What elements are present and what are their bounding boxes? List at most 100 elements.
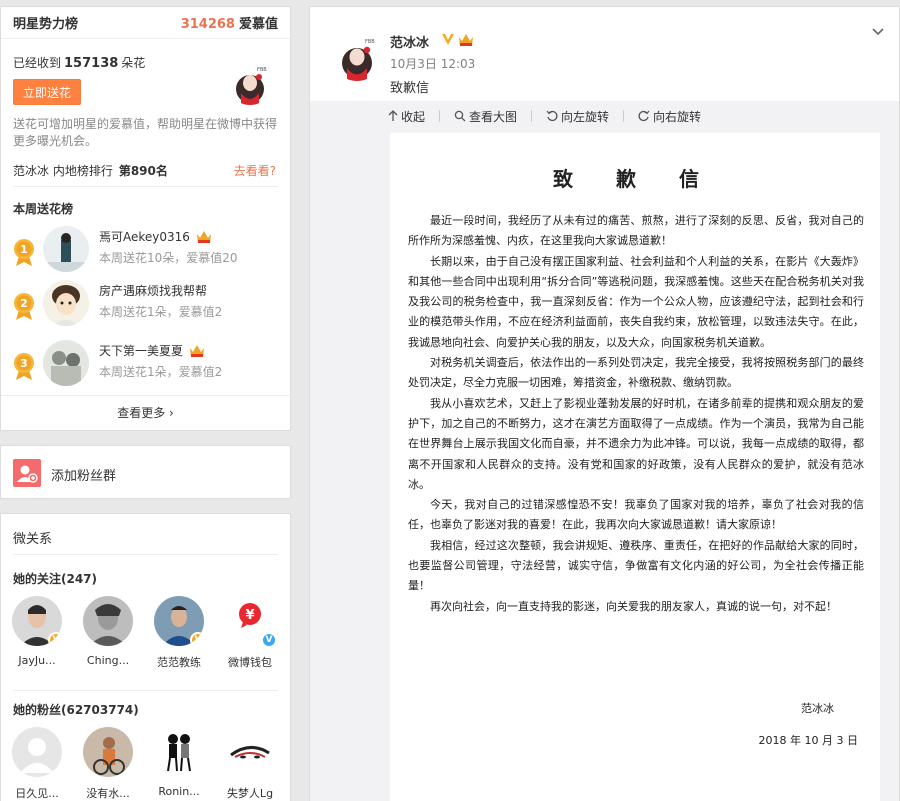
ranking-info: 范冰冰 内地榜排行 第890名 xyxy=(13,162,168,179)
fan-name[interactable]: Ronin... xyxy=(147,785,211,798)
rank-item-stats: 本周送花1朵，爱慕值2 xyxy=(99,305,223,319)
rank-item-name[interactable]: 房产遇麻烦找我帮帮 xyxy=(99,282,207,299)
adoration-score-label: 爱慕值 xyxy=(238,17,278,32)
avatar[interactable] xyxy=(12,727,62,777)
rank-item-name-row[interactable]: 天下第一美夏夏 xyxy=(99,342,205,359)
divider xyxy=(13,554,278,555)
arrow-up-icon xyxy=(388,110,398,121)
avatar[interactable] xyxy=(225,727,275,777)
rotate-right-label[interactable]: 向右旋转 xyxy=(653,108,701,125)
rotate-left-label[interactable]: 向左旋转 xyxy=(561,108,609,125)
rotate-left-icon xyxy=(546,110,558,122)
following-item[interactable]: V JayJu... xyxy=(5,596,69,667)
avatar[interactable] xyxy=(43,280,89,326)
send-flower-button[interactable]: 立即送花 xyxy=(13,79,81,105)
star-avatar[interactable]: FBB xyxy=(227,59,273,105)
svg-text:FBB: FBB xyxy=(365,39,375,45)
crown-icon xyxy=(196,230,211,243)
following-title[interactable]: 她的关注(247) xyxy=(13,570,97,587)
letter-date: 2018 年 10 月 3 日 xyxy=(758,734,858,747)
author-avatar[interactable]: FBB xyxy=(332,31,382,81)
letter-title: 致 歉 信 xyxy=(553,167,717,191)
star-power-header: 明星势力榜 314268 爱慕值 xyxy=(1,7,290,39)
letter-paragraph: 今天，我对自己的过错深感惶恐不安！我辜负了国家对我的培养，辜负了社会对我的信任，… xyxy=(408,498,864,532)
medal-rank: 1 xyxy=(20,243,28,256)
fan-item[interactable]: Ronin... xyxy=(147,727,211,798)
weekly-flower-title: 本周送花榜 xyxy=(13,202,74,216)
following-item[interactable]: Ching... xyxy=(76,596,140,667)
medal-icon: 2 xyxy=(14,293,34,320)
goto-ranking-link[interactable]: 去看看? xyxy=(234,162,276,179)
star-power-card: 明星势力榜 314268 爱慕值 已经收到 157138 朵花 立即送花 FBB 送花… xyxy=(0,6,291,431)
apology-letter-image[interactable]: 致 歉 信 最近一段时间，我经历了从未有过的痛苦、煎熬，进行了深刻的反思、反省，… xyxy=(390,133,880,801)
fan-name[interactable]: 日久见... xyxy=(5,785,69,801)
rank-item-stats: 本周送花1朵，爱慕值2 xyxy=(99,365,223,379)
following-name[interactable]: Ching... xyxy=(76,654,140,667)
view-large-label[interactable]: 查看大图 xyxy=(469,108,517,125)
rotate-right-button[interactable]: 向右旋转 xyxy=(638,108,701,125)
rotate-left-button[interactable]: 向左旋转 xyxy=(546,108,609,125)
fans-title[interactable]: 她的粉丝(62703774) xyxy=(13,701,139,718)
divider xyxy=(13,690,278,691)
letter-paragraph: 我相信，经过这次整顿，我会讲规矩、遵秩序、重责任，在把好的作品献给大家的同时，也… xyxy=(408,538,864,593)
letter-paragraph: 我从小喜欢艺术，又赶上了影视业蓬勃发展的好时机，在诸多前辈的提携和观众朋友的爱护… xyxy=(408,396,864,491)
fans-group-card[interactable]: 添加粉丝群 xyxy=(0,445,291,499)
verified-badge-icon: V xyxy=(261,632,277,648)
rank-item: 3 天下第一美夏夏 本周送花1朵，爱慕值2 xyxy=(1,338,291,390)
add-fans-group-label[interactable]: 添加粉丝群 xyxy=(51,465,116,484)
image-toolbar: 收起 查看大图 向左旋转 向右旋转 xyxy=(310,103,899,129)
post-header: FBB 范冰冰 10月3日 12:03 致歉信 xyxy=(310,7,899,101)
avatar[interactable]: ¥ V xyxy=(225,596,277,648)
relations-card: 微关系 她的关注(247) V JayJu... Ching... V 范范教练… xyxy=(0,513,291,801)
magnifier-icon xyxy=(454,110,466,122)
rank-item-name[interactable]: 天下第一美夏夏 xyxy=(99,342,183,359)
flowers-received-count: 157138 xyxy=(64,56,119,71)
avatar[interactable]: V xyxy=(12,596,62,646)
following-name[interactable]: 范范教练 xyxy=(147,654,211,670)
see-more-link[interactable]: 查看更多 › xyxy=(1,404,290,421)
post-time[interactable]: 10月3日 12:03 xyxy=(390,55,475,72)
collapse-label[interactable]: 收起 xyxy=(401,108,425,125)
avatar[interactable] xyxy=(43,340,89,386)
chevron-down-icon[interactable] xyxy=(871,25,885,39)
weibo-post-card: FBB 范冰冰 10月3日 12:03 致歉信 收起 查看大图 向左旋转 向右旋… xyxy=(309,6,900,801)
fan-name[interactable]: 失梦人Lg xyxy=(218,785,282,801)
avatar[interactable] xyxy=(43,226,89,272)
rank-item-name[interactable]: 焉可Aekey0316 xyxy=(99,228,190,245)
collapse-button[interactable]: 收起 xyxy=(388,108,425,125)
avatar[interactable] xyxy=(83,596,133,646)
fan-name[interactable]: 没有水... xyxy=(76,785,140,801)
toolbar-separator xyxy=(531,110,533,122)
letter-paragraph: 最近一段时间，我经历了从未有过的痛苦、煎熬，进行了深刻的反思、反省，我对自己的所… xyxy=(408,214,864,248)
medal-rank: 3 xyxy=(20,357,28,370)
fan-item[interactable]: 日久见... xyxy=(5,727,69,801)
rank-item-name-row[interactable]: 房产遇麻烦找我帮帮 xyxy=(99,282,207,299)
avatar[interactable] xyxy=(83,727,133,777)
fan-item[interactable]: 失梦人Lg xyxy=(218,727,282,801)
rank-item: 2 房产遇麻烦找我帮帮 本周送花1朵，爱慕值2 xyxy=(1,278,291,330)
letter-paragraph: 再次向社会，向一直支持我的影迷，向关爱我的朋友家人，真诚的说一句，对不起！ xyxy=(430,599,837,613)
rotate-right-icon xyxy=(638,110,650,122)
following-item[interactable]: ¥ V 微博钱包 xyxy=(218,596,282,670)
medal-icon: 1 xyxy=(14,239,34,266)
avatar[interactable] xyxy=(154,727,204,777)
following-name[interactable]: 微博钱包 xyxy=(218,654,282,670)
letter-signature-block: 范冰冰 2018 年 10 月 3 日 xyxy=(759,699,858,751)
author-name[interactable]: 范冰冰 xyxy=(390,32,429,51)
rank-item-name-row[interactable]: 焉可Aekey0316 xyxy=(99,228,212,245)
divider xyxy=(1,395,290,396)
adoration-score-value: 314268 xyxy=(180,17,235,32)
avatar[interactable]: V xyxy=(154,596,204,646)
following-item[interactable]: V 范范教练 xyxy=(147,596,211,670)
flowers-received-prefix: 已经收到 xyxy=(13,56,62,70)
rank-item-stats: 本周送花10朵，爱慕值20 xyxy=(99,251,238,265)
following-name[interactable]: JayJu... xyxy=(5,654,69,667)
letter-body: 最近一段时间，我经历了从未有过的痛苦、煎熬，进行了深刻的反思、反省，我对自己的所… xyxy=(408,211,864,617)
verified-badge-icon: V xyxy=(190,632,204,646)
crown-icon xyxy=(190,344,205,357)
adoration-score: 314268 爱慕值 xyxy=(181,13,278,32)
medal-icon: 3 xyxy=(14,353,34,380)
fan-item[interactable]: 没有水... xyxy=(76,727,140,801)
view-large-button[interactable]: 查看大图 xyxy=(454,108,517,125)
verified-v-icon xyxy=(442,34,454,45)
